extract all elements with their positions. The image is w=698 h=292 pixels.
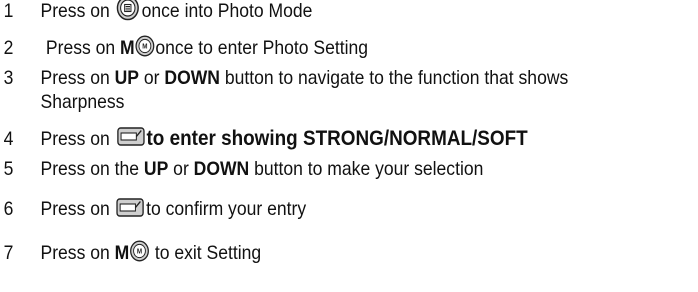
m-icon-letter: M xyxy=(142,43,148,50)
step-text-post: once to enter Photo Setting xyxy=(155,37,369,59)
step-number: 3 xyxy=(3,67,14,89)
step-number: 7 xyxy=(3,242,14,264)
down-label: DOWN xyxy=(164,67,220,89)
step-text-post: button to make your selection xyxy=(254,158,484,180)
step-number: 1 xyxy=(3,0,14,22)
up-label: UP xyxy=(114,67,140,89)
instruction-list: 1 Press on once into Photo Mode 2 Press … xyxy=(0,0,698,292)
step-text-post: once into Photo Mode xyxy=(141,0,313,22)
ok-button-icon xyxy=(117,125,145,147)
step-text-mid: or xyxy=(173,158,189,180)
step-text-pre: Press on xyxy=(40,128,110,150)
step-text-pre: Press on xyxy=(40,198,110,220)
step-text-pre: Press on the xyxy=(40,158,140,180)
step-text-pre: Press on xyxy=(40,242,110,264)
step-text-bold: to enter showing STRONG/NORMAL/SOFT xyxy=(146,127,528,150)
step-text-pre: Press on xyxy=(45,37,116,59)
down-label: DOWN xyxy=(193,158,250,180)
step-text-mid: or xyxy=(143,67,160,89)
m-icon-letter: M xyxy=(137,248,143,255)
step-text-continuation: Sharpness xyxy=(40,91,125,113)
up-label: UP xyxy=(143,158,169,180)
m-button-icon: M xyxy=(135,35,155,57)
step-number: 5 xyxy=(3,158,14,180)
step-text: Press on M Monce to enter Photo Setting xyxy=(45,35,369,59)
step-text-pre: Press on xyxy=(40,67,110,89)
step-number: 4 xyxy=(3,128,14,150)
step-text-pre: Press on xyxy=(40,0,110,22)
m-button-icon: M xyxy=(129,240,149,262)
ok-button-icon xyxy=(116,196,145,218)
step-text: Press on to confirm your entry xyxy=(41,198,307,220)
step-number: 6 xyxy=(3,198,14,220)
menu-button-icon xyxy=(116,0,140,21)
step-text-post: to exit Setting xyxy=(154,242,262,264)
step-3: 3 Press on UP or DOWN button to navigate… xyxy=(0,67,628,115)
step-text-post: button to navigate to the function that … xyxy=(224,67,569,89)
step-text: Press on UP or DOWN button to navigate t… xyxy=(41,67,569,89)
step-text: Press on MM to exit Setting xyxy=(40,240,262,264)
step-text: Press on once into Photo Mode xyxy=(40,0,313,22)
m-button-label: M xyxy=(114,242,130,264)
m-button-label: M xyxy=(120,37,135,59)
step-text-post: to confirm your entry xyxy=(146,198,307,220)
step-text: Press on the UP or DOWN button to make y… xyxy=(41,158,484,180)
step-number: 2 xyxy=(3,37,14,59)
step-text: Press on to enter showing STRONG/NORMAL/… xyxy=(40,125,528,151)
